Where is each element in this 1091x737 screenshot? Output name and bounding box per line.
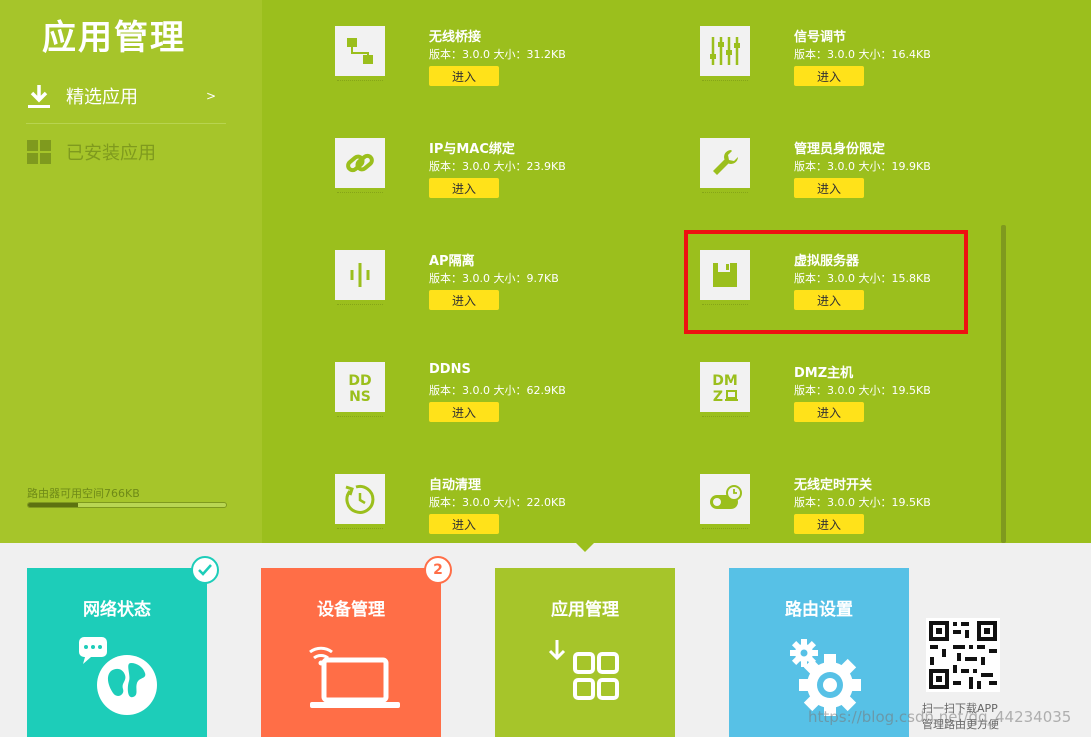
globe-chat-icon: [27, 628, 207, 728]
watermark: https://blog.csdn.net/qq_44234035: [808, 708, 1072, 726]
icon-shadow: [337, 528, 383, 532]
app-name: 无线定时开关: [794, 478, 873, 493]
icon-shadow: [702, 80, 748, 84]
app-name: IP与MAC绑定: [429, 142, 515, 157]
app-meta: 版本：3.0.0 大小：23.9KB: [429, 160, 566, 173]
app-name: 信号调节: [794, 30, 847, 45]
icon-shadow: [702, 192, 748, 196]
icon-shadow: [337, 192, 383, 196]
dmz-icon-line2: Z: [713, 389, 723, 404]
enter-button[interactable]: 进入: [429, 66, 499, 86]
nav-divider: [26, 123, 226, 124]
enter-button[interactable]: 进入: [429, 290, 499, 310]
app-meta: 版本：3.0.0 大小：19.5KB: [794, 496, 931, 509]
auto-clean-icon: [335, 474, 385, 524]
highlight-box: [684, 230, 968, 334]
app-name: 管理员身份限定: [794, 142, 886, 157]
ap-isolation-icon: [335, 250, 385, 300]
icon-shadow: [702, 416, 748, 420]
icon-shadow: [337, 304, 383, 308]
app-card-ddns: DD NS DDNS 版本：3.0.0 大小：62.9KB 进入: [335, 362, 635, 462]
enter-button[interactable]: 进入: [794, 514, 864, 534]
app-card-dmz-host: DM Z DMZ主机 版本：3.0.0 大小：19.5KB 进入: [700, 362, 1000, 462]
sidebar-title: 应用管理: [42, 18, 186, 58]
app-card-admin-restriction: 管理员身份限定 版本：3.0.0 大小：19.9KB 进入: [700, 138, 1000, 238]
app-meta: 版本：3.0.0 大小：16.4KB: [794, 48, 931, 61]
sidebar: 应用管理 精选应用 > 已安装应用 路由器可用空间766KB: [0, 0, 262, 543]
ddns-icon: DD NS: [335, 362, 385, 412]
app-name: DMZ主机: [794, 366, 854, 381]
nav-featured-apps[interactable]: 精选应用 >: [26, 80, 216, 112]
timer-toggle-icon: [700, 474, 750, 524]
storage-bar: [27, 502, 227, 508]
enter-button[interactable]: 进入: [794, 178, 864, 198]
app-card-ip-mac-binding: IP与MAC绑定 版本：3.0.0 大小：23.9KB 进入: [335, 138, 635, 238]
nav-installed-apps[interactable]: 已安装应用: [26, 136, 216, 168]
tile-label: 路由设置: [785, 600, 853, 620]
link-icon: [335, 138, 385, 188]
tile-network-status[interactable]: 网络状态: [27, 556, 219, 737]
sliders-icon: [700, 26, 750, 76]
icon-shadow: [702, 528, 748, 532]
tile-app-management[interactable]: 应用管理: [495, 568, 675, 737]
storage-label: 路由器可用空间766KB: [27, 487, 140, 500]
active-tab-pointer: [576, 543, 594, 552]
app-card-auto-clean: 自动清理 版本：3.0.0 大小：22.0KB 进入: [335, 474, 635, 543]
icon-shadow: [337, 80, 383, 84]
ddns-icon-line1: DD: [348, 373, 371, 389]
enter-button[interactable]: 进入: [794, 66, 864, 86]
scrollbar[interactable]: [1001, 225, 1006, 543]
app-name: DDNS: [429, 362, 471, 377]
enter-button[interactable]: 进入: [429, 402, 499, 422]
qr-code: [926, 618, 1000, 692]
app-name: 无线桥接: [429, 30, 482, 45]
wrench-icon: [700, 138, 750, 188]
storage-fill: [28, 503, 78, 507]
app-meta: 版本：3.0.0 大小：19.5KB: [794, 384, 931, 397]
tile-label: 应用管理: [551, 600, 619, 620]
ddns-icon-line2: NS: [349, 389, 371, 404]
laptop-wifi-icon: [261, 628, 441, 728]
check-icon: [191, 556, 219, 584]
enter-button[interactable]: 进入: [429, 514, 499, 534]
enter-button[interactable]: 进入: [429, 178, 499, 198]
tile-label: 网络状态: [83, 600, 151, 620]
app-card-wireless-timer: 无线定时开关 版本：3.0.0 大小：19.5KB 进入: [700, 474, 1000, 543]
tile-device-management[interactable]: 设备管理 2: [261, 556, 452, 737]
grid-icon: [26, 139, 52, 165]
icon-shadow: [337, 416, 383, 420]
nav-featured-label: 精选应用: [66, 87, 138, 108]
network-bridge-icon: [335, 26, 385, 76]
app-meta: 版本：3.0.0 大小：31.2KB: [429, 48, 566, 61]
app-meta: 版本：3.0.0 大小：9.7KB: [429, 272, 559, 285]
app-card-ap-isolation: AP隔离 版本：3.0.0 大小：9.7KB 进入: [335, 250, 635, 350]
apps-grid-icon: [495, 628, 675, 728]
device-count-badge: 2: [424, 556, 452, 584]
app-name: 自动清理: [429, 478, 482, 493]
chevron-right-icon: >: [205, 89, 216, 103]
app-meta: 版本：3.0.0 大小：19.9KB: [794, 160, 931, 173]
dmz-icon: DM Z: [700, 362, 750, 412]
app-meta: 版本：3.0.0 大小：22.0KB: [429, 496, 566, 509]
download-icon: [26, 83, 52, 109]
enter-button[interactable]: 进入: [794, 402, 864, 422]
nav-installed-label: 已安装应用: [66, 143, 156, 164]
app-card-signal-tuning: 信号调节 版本：3.0.0 大小：16.4KB 进入: [700, 26, 1000, 126]
app-meta: 版本：3.0.0 大小：62.9KB: [429, 384, 566, 397]
dmz-icon-line1: DM: [712, 373, 738, 389]
app-card-wireless-bridge: 无线桥接 版本：3.0.0 大小：31.2KB 进入: [335, 26, 635, 126]
tile-label: 设备管理: [317, 600, 385, 620]
app-name: AP隔离: [429, 254, 475, 269]
